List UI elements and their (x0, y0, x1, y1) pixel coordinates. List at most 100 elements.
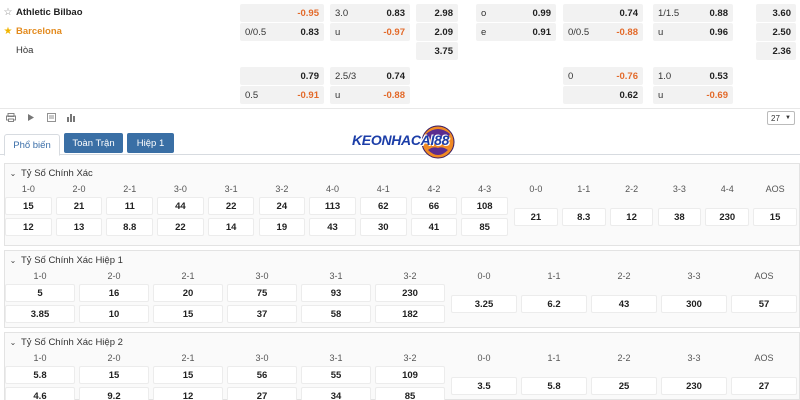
odds-cell[interactable]: 27 (227, 387, 297, 400)
odds-cell[interactable]: o 0.99 (476, 4, 556, 22)
odds-cell[interactable]: 20 (153, 284, 223, 302)
odds-cell[interactable]: 14 (207, 218, 255, 236)
odds-cell[interactable]: 44 (157, 197, 204, 215)
odds-cell[interactable]: 2.36 (756, 42, 796, 60)
odds-cell[interactable]: 25 (591, 377, 657, 395)
odds-cell[interactable]: 85 (461, 218, 508, 236)
odds-cell[interactable]: 230 (375, 284, 445, 302)
tab-full-match[interactable]: Toàn Trận (64, 133, 123, 153)
odds-cell[interactable]: 15 (79, 366, 149, 384)
odds-cell[interactable]: 3.25 (451, 295, 517, 313)
away-team-row[interactable]: ★ Barcelona (0, 22, 236, 41)
chevron-down-icon[interactable]: ⌄ (5, 169, 21, 178)
odds-cell[interactable]: 15 (153, 366, 223, 384)
odds-cell[interactable]: 43 (309, 218, 356, 236)
page-size-select[interactable]: 27 ▼ (767, 111, 795, 125)
tab-popular[interactable]: Phổ biến (4, 134, 60, 156)
odds-cell[interactable]: 3.0 0.83 (330, 4, 410, 22)
odds-cell[interactable]: 0.62 (563, 86, 643, 104)
odds-cell[interactable]: 41 (410, 218, 458, 236)
odds-cell[interactable]: 12 (5, 218, 52, 236)
play-icon[interactable] (22, 110, 40, 126)
odds-cell[interactable]: 8.8 (106, 218, 154, 236)
odds-cell[interactable]: 66 (410, 197, 458, 215)
odds-cell[interactable]: 21 (514, 208, 558, 226)
chevron-down-icon[interactable]: ⌄ (5, 256, 21, 265)
odds-cell[interactable]: 75 (227, 284, 297, 302)
odds-cell[interactable]: 113 (309, 197, 356, 215)
odds-cell[interactable]: 0 -0.76 (563, 67, 643, 85)
odds-cell[interactable]: 2.5/3 0.74 (330, 67, 410, 85)
odds-cell[interactable]: 22 (207, 197, 255, 215)
odds-cell[interactable]: 12 (153, 387, 223, 400)
odds-cell[interactable]: e 0.91 (476, 23, 556, 41)
odds-cell[interactable]: 2.50 (756, 23, 796, 41)
odds-cell[interactable]: 3.85 (5, 305, 75, 323)
odds-cell[interactable]: 13 (55, 218, 103, 236)
odds-cell[interactable]: 57 (731, 295, 797, 313)
odds-cell[interactable]: 182 (375, 305, 445, 323)
odds-cell[interactable]: 34 (301, 387, 371, 400)
odds-cell[interactable]: 85 (375, 387, 445, 400)
odds-cell[interactable]: 3.75 (416, 42, 458, 60)
odds-cell[interactable]: 15 (5, 197, 52, 215)
odds-cell[interactable]: 15 (153, 305, 223, 323)
odds-cell[interactable]: 4.6 (5, 387, 75, 400)
odds-cell[interactable]: 1/1.5 0.88 (653, 4, 733, 22)
tab-first-half[interactable]: Hiệp 1 (127, 133, 174, 153)
odds-cell[interactable]: 22 (157, 218, 204, 236)
odds-cell[interactable]: 30 (359, 218, 407, 236)
odds-cell[interactable]: 5 (5, 284, 75, 302)
bar-chart-icon[interactable] (62, 110, 80, 126)
odds-cell[interactable]: 3.5 (451, 377, 517, 395)
odds-cell[interactable]: 0/0.5 0.83 (240, 23, 324, 41)
odds-cell[interactable]: 19 (258, 218, 306, 236)
odds-cell[interactable]: 108 (461, 197, 508, 215)
odds-cell[interactable]: u -0.97 (330, 23, 410, 41)
odds-cell[interactable]: 43 (591, 295, 657, 313)
section-header[interactable]: ⌄ Tỷ Số Chính Xác Hiệp 2 (5, 333, 799, 351)
odds-cell[interactable]: 56 (227, 366, 297, 384)
chevron-down-icon[interactable]: ⌄ (5, 338, 21, 347)
odds-cell[interactable]: 109 (375, 366, 445, 384)
odds-cell[interactable]: 1.0 0.53 (653, 67, 733, 85)
odds-cell[interactable]: 58 (301, 305, 371, 323)
odds-cell[interactable]: 55 (301, 366, 371, 384)
odds-cell[interactable]: 27 (731, 377, 797, 395)
odds-cell[interactable]: 12 (609, 208, 654, 226)
odds-cell[interactable]: 62 (359, 197, 407, 215)
odds-cell[interactable]: 15 (753, 208, 797, 226)
odds-cell[interactable]: 230 (705, 208, 750, 226)
odds-cell[interactable]: 0.79 (240, 67, 324, 85)
odds-cell[interactable]: 0/0.5 -0.88 (563, 23, 643, 41)
home-team-row[interactable]: ☆ Athletic Bilbao (0, 3, 236, 22)
odds-cell[interactable]: u -0.88 (330, 86, 410, 104)
print-icon[interactable] (2, 110, 20, 126)
odds-cell[interactable]: 2.98 (416, 4, 458, 22)
odds-cell[interactable]: 5.8 (5, 366, 75, 384)
odds-cell[interactable]: 9.2 (79, 387, 149, 400)
odds-cell[interactable]: 230 (661, 377, 727, 395)
odds-cell[interactable]: 2.09 (416, 23, 458, 41)
odds-cell[interactable]: 93 (301, 284, 371, 302)
odds-cell[interactable]: u 0.96 (653, 23, 733, 41)
odds-cell[interactable]: 5.8 (521, 377, 587, 395)
odds-cell[interactable]: 0.74 (563, 4, 643, 22)
odds-cell[interactable]: 3.60 (756, 4, 796, 22)
odds-cell[interactable]: -0.95 (240, 4, 324, 22)
star-outline-icon[interactable]: ☆ (0, 7, 16, 18)
odds-cell[interactable]: 21 (55, 197, 103, 215)
odds-cell[interactable]: 0.5 -0.91 (240, 86, 324, 104)
odds-cell[interactable]: 6.2 (521, 295, 587, 313)
odds-cell[interactable]: u -0.69 (653, 86, 733, 104)
odds-cell[interactable]: 8.3 (561, 208, 606, 226)
odds-cell[interactable]: 24 (258, 197, 306, 215)
odds-cell[interactable]: 300 (661, 295, 727, 313)
star-filled-icon[interactable]: ★ (0, 26, 16, 37)
odds-cell[interactable]: 37 (227, 305, 297, 323)
list-icon[interactable] (42, 110, 60, 126)
odds-cell[interactable]: 38 (657, 208, 702, 226)
odds-cell[interactable]: 16 (79, 284, 149, 302)
section-header[interactable]: ⌄ Tỷ Số Chính Xác (5, 164, 799, 182)
section-header[interactable]: ⌄ Tỷ Số Chính Xác Hiệp 1 (5, 251, 799, 269)
